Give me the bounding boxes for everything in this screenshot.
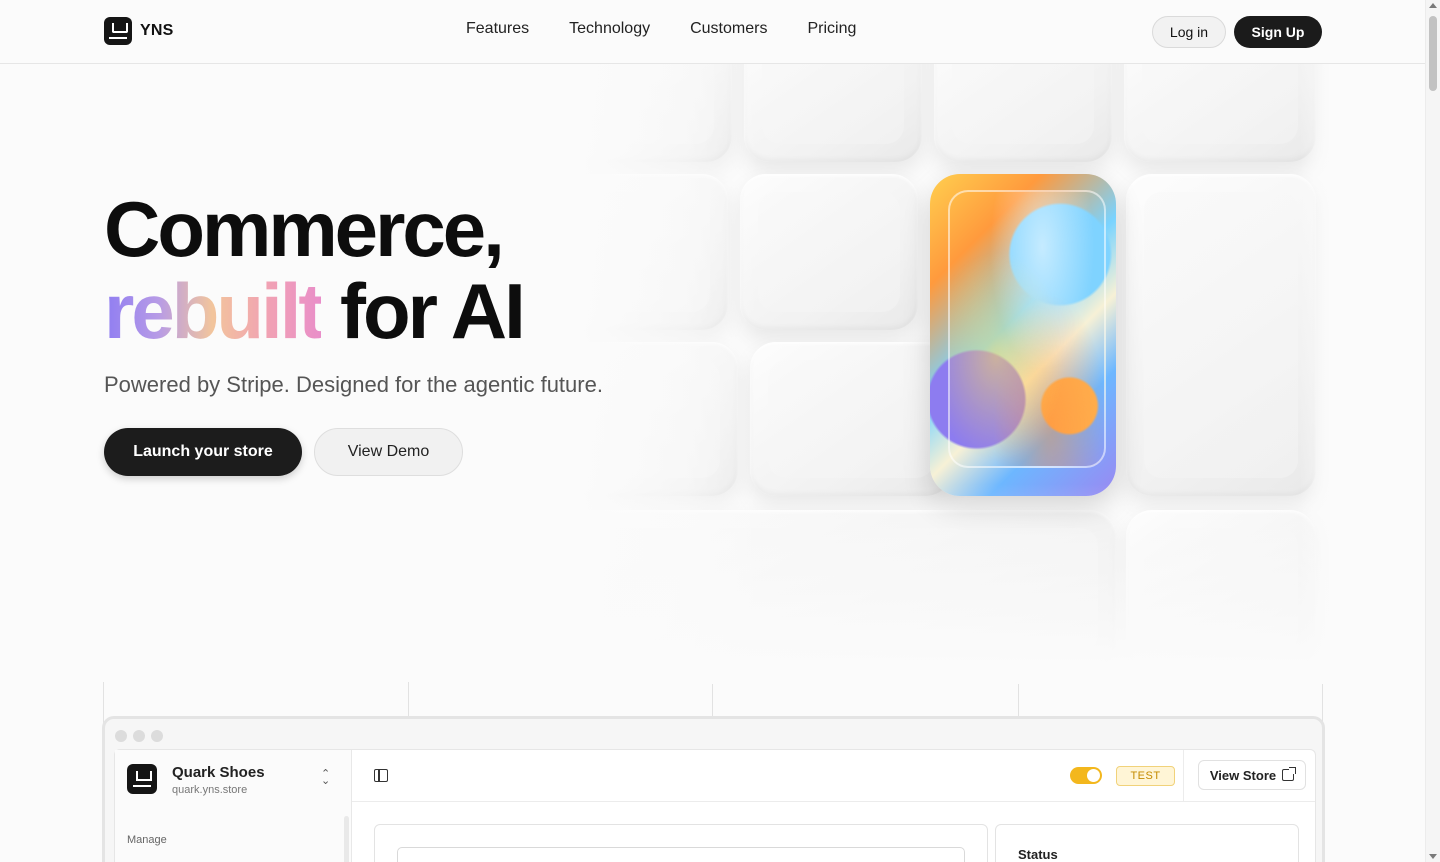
artwork-tile (930, 174, 1116, 496)
view-store-label: View Store (1209, 767, 1277, 783)
store-logo-icon (127, 764, 157, 794)
store-name[interactable]: Quark Shoes (172, 764, 265, 781)
test-mode-toggle[interactable] (1070, 767, 1102, 784)
page-scrollbar[interactable] (1425, 0, 1440, 862)
status-card: Status (995, 824, 1299, 862)
dashboard-app: Quark Shoes quark.yns.store ⌃ ⌄ Manage TE… (114, 749, 1316, 862)
launch-store-button[interactable]: Launch your store (104, 428, 302, 476)
sidebar-scrollbar[interactable] (344, 816, 349, 862)
divider (1183, 750, 1184, 802)
scroll-thumb[interactable] (1429, 16, 1437, 91)
view-store-button[interactable]: View Store (1198, 760, 1306, 790)
store-url: quark.yns.store (172, 784, 248, 796)
dashboard-topbar: TEST View Store (352, 750, 1315, 802)
main-nav: Features Technology Customers Pricing (466, 20, 856, 38)
hero-title: Commerce, rebuilt for AI (104, 185, 526, 355)
window-dot (151, 730, 163, 742)
sidebar-section-manage: Manage (127, 834, 167, 846)
hero-tile-art (580, 64, 1340, 684)
panel-toggle-icon[interactable] (374, 769, 388, 782)
nav-features[interactable]: Features (466, 20, 529, 38)
signup-button[interactable]: Sign Up (1234, 16, 1322, 48)
logo-icon (104, 17, 132, 45)
site-header: YNS Features Technology Customers Pricin… (0, 0, 1425, 64)
hero-title-line2-rest: for AI (321, 267, 526, 355)
external-link-icon (1282, 767, 1297, 781)
status-heading: Status (1018, 847, 1058, 862)
window-dot (115, 730, 127, 742)
hero-title-gradient-word: rebuilt (104, 267, 324, 355)
card-input-field[interactable] (397, 847, 965, 862)
nav-pricing[interactable]: Pricing (807, 20, 856, 38)
nav-technology[interactable]: Technology (569, 20, 650, 38)
nav-customers[interactable]: Customers (690, 20, 767, 38)
hero-subtitle: Powered by Stripe. Designed for the agen… (104, 372, 603, 397)
chevron-updown-icon[interactable]: ⌃ ⌄ (321, 769, 330, 787)
dashboard-preview-window: Quark Shoes quark.yns.store ⌃ ⌄ Manage TE… (102, 716, 1325, 862)
window-dot (133, 730, 145, 742)
brand-name: YNS (140, 22, 174, 39)
main-card (374, 824, 988, 862)
view-demo-button[interactable]: View Demo (314, 428, 463, 476)
dashboard-sidebar: Quark Shoes quark.yns.store ⌃ ⌄ Manage (115, 750, 352, 862)
login-button[interactable]: Log in (1152, 16, 1226, 48)
hero-title-line1: Commerce, (104, 185, 505, 273)
scroll-up-arrow-icon[interactable] (1429, 3, 1437, 8)
test-mode-badge: TEST (1116, 766, 1175, 786)
brand-logo[interactable]: YNS (104, 17, 174, 45)
scroll-down-arrow-icon[interactable] (1429, 854, 1437, 859)
